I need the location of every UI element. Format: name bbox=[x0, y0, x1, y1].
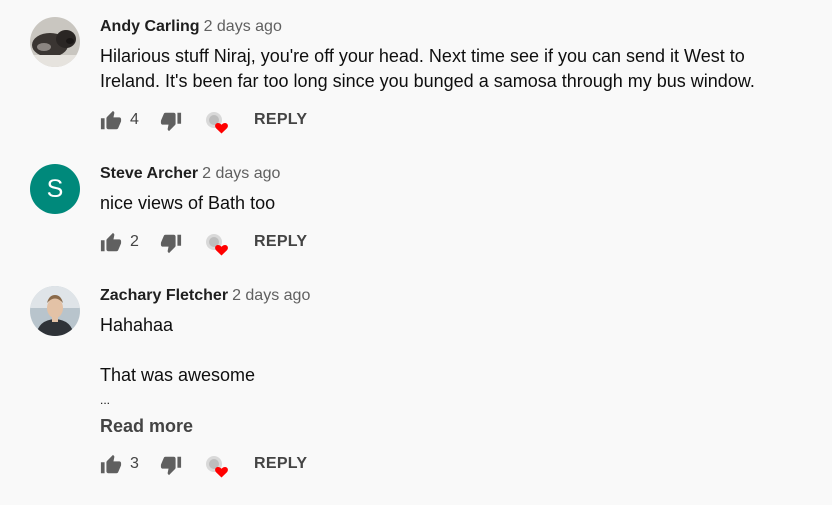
comment-line: Hilarious stuff Niraj, you're off your h… bbox=[100, 46, 745, 66]
comment-text: Hilarious stuff Niraj, you're off your h… bbox=[100, 44, 800, 94]
reply-button[interactable]: REPLY bbox=[254, 455, 307, 473]
comment-line: That was awesome bbox=[100, 365, 256, 385]
author-name[interactable]: Steve Archer bbox=[100, 165, 198, 182]
comment-header: Andy Carling 2 days ago bbox=[100, 18, 282, 36]
like-count: 3 bbox=[130, 455, 139, 472]
like-count: 4 bbox=[130, 111, 139, 128]
comment-line: Ireland. It's been far too long since yo… bbox=[100, 71, 755, 91]
comment-line bbox=[100, 338, 800, 363]
comment-text: Hahahaa That was awesome ... bbox=[100, 313, 800, 413]
comment-time[interactable]: 2 days ago bbox=[204, 18, 282, 35]
comment-text: nice views of Bath too bbox=[100, 191, 800, 216]
avatar[interactable] bbox=[30, 286, 80, 336]
author-name[interactable]: Andy Carling bbox=[100, 18, 200, 35]
avatar[interactable] bbox=[30, 17, 80, 67]
comment-time[interactable]: 2 days ago bbox=[202, 165, 280, 182]
avatar-letter: S bbox=[46, 174, 64, 203]
person-photo-avatar-icon bbox=[30, 286, 80, 336]
thumb-up-icon[interactable] bbox=[100, 110, 122, 132]
avatar[interactable]: S bbox=[30, 164, 80, 214]
creator-heart-icon bbox=[206, 112, 228, 134]
thumb-up-icon[interactable] bbox=[100, 232, 122, 254]
like-count: 2 bbox=[130, 233, 139, 250]
author-name[interactable]: Zachary Fletcher bbox=[100, 287, 228, 304]
reply-button[interactable]: REPLY bbox=[254, 111, 307, 129]
comment-line: Hahahaa bbox=[100, 315, 174, 335]
comment-line: nice views of Bath too bbox=[100, 193, 276, 213]
reply-button[interactable]: REPLY bbox=[254, 233, 307, 251]
creator-heart-icon bbox=[206, 456, 228, 478]
comment-line: ... bbox=[100, 393, 111, 407]
thumb-down-icon[interactable] bbox=[160, 454, 182, 476]
dog-photo-avatar-icon bbox=[30, 17, 80, 67]
read-more-link[interactable]: Read more bbox=[100, 416, 193, 437]
creator-heart-icon bbox=[206, 234, 228, 256]
thumb-down-icon[interactable] bbox=[160, 232, 182, 254]
comment-header: Zachary Fletcher 2 days ago bbox=[100, 287, 310, 305]
thumb-down-icon[interactable] bbox=[160, 110, 182, 132]
comment-header: Steve Archer 2 days ago bbox=[100, 165, 280, 183]
thumb-up-icon[interactable] bbox=[100, 454, 122, 476]
comment-time[interactable]: 2 days ago bbox=[232, 287, 310, 304]
